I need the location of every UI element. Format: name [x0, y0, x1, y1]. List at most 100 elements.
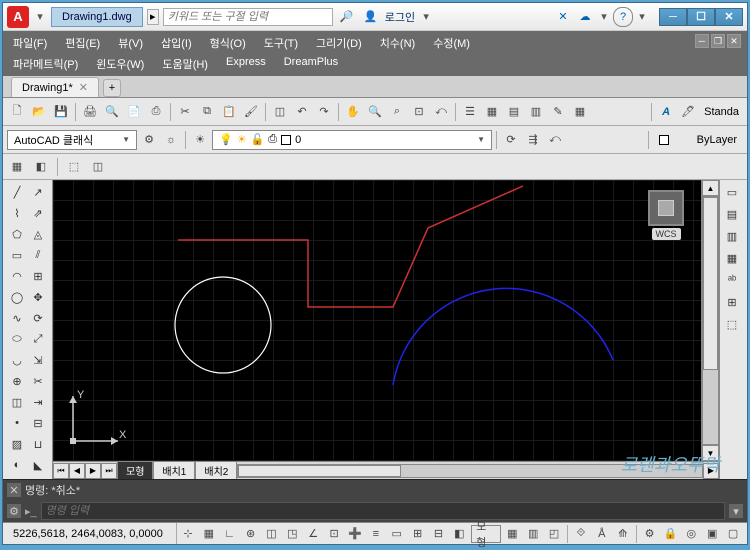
clean-icon[interactable]: ▢	[723, 525, 743, 543]
ann-auto-icon[interactable]: ⟰	[613, 525, 633, 543]
drawing-canvas[interactable]: X Y WCS	[53, 180, 701, 461]
layout-icon[interactable]: ▥	[523, 525, 543, 543]
point-icon[interactable]: •	[7, 413, 27, 433]
menu-item[interactable]: 도움말(H)	[160, 55, 210, 73]
ortho-icon[interactable]: ∟	[220, 525, 240, 543]
preview-icon[interactable]: 🔍	[102, 102, 122, 122]
chamfer-icon[interactable]: ◣	[28, 455, 48, 475]
cmd-close-icon[interactable]: ✕	[7, 483, 21, 497]
lock-ui-icon[interactable]: 🔒	[660, 525, 680, 543]
layout-tab[interactable]: 배치1	[153, 461, 195, 479]
extend-icon[interactable]: ⇥	[28, 392, 48, 412]
cut-icon[interactable]: ✂	[175, 102, 195, 122]
dyn-icon[interactable]: ➕	[345, 525, 365, 543]
brush-icon[interactable]: 🖊	[678, 102, 698, 122]
ellipsearc-icon[interactable]: ◡	[7, 350, 27, 370]
designcenter-icon[interactable]: ▦	[482, 102, 502, 122]
close-button[interactable]: ✕	[715, 8, 743, 26]
open-icon[interactable]: 📂	[29, 102, 49, 122]
undo-icon[interactable]: ↶	[292, 102, 312, 122]
quick-access-dropdown[interactable]: ▾	[33, 10, 47, 24]
menu-item[interactable]: 그리기(D)	[314, 34, 364, 52]
block-make-icon[interactable]: ◫	[7, 392, 27, 412]
qp-icon[interactable]: ⊞	[408, 525, 428, 543]
print-icon[interactable]: 🖨	[80, 102, 100, 122]
xline-icon[interactable]: ⇗	[28, 203, 48, 223]
minimize-button[interactable]: ─	[659, 8, 687, 26]
qt-icon-4[interactable]: ◫	[88, 157, 108, 177]
workspace-settings-icon[interactable]: ⚙	[139, 130, 159, 150]
scale-icon[interactable]: ⤢	[28, 329, 48, 349]
ann-scale-icon[interactable]: ⟐	[571, 525, 591, 543]
new-icon[interactable]: 🗋	[7, 102, 27, 122]
search-input[interactable]	[163, 8, 333, 26]
sheet-icon[interactable]: ▥	[526, 102, 546, 122]
menu-item[interactable]: Express	[224, 55, 268, 73]
iso-icon[interactable]: ▣	[702, 525, 722, 543]
scroll-up-icon[interactable]: ▲	[702, 180, 719, 196]
move-icon[interactable]: ✥	[28, 287, 48, 307]
view-cube[interactable]: WCS	[641, 190, 691, 250]
arc-icon[interactable]: ◠	[7, 266, 27, 286]
save-icon[interactable]: 💾	[51, 102, 71, 122]
hatch-icon[interactable]: ▨	[7, 434, 27, 454]
menu-item[interactable]: 파일(F)	[11, 34, 49, 52]
qt-icon-1[interactable]: ▦	[7, 157, 27, 177]
pan-icon[interactable]: ✋	[343, 102, 363, 122]
max-icon[interactable]: ◰	[544, 525, 564, 543]
rt-icon-5[interactable]: ᵃᵇ	[722, 270, 742, 290]
paste-icon[interactable]: 📋	[219, 102, 239, 122]
zoom-ext-icon[interactable]: ⊡	[409, 102, 429, 122]
coordinates[interactable]: 5226,5618, 2464,0083, 0,0000	[7, 523, 177, 544]
plot-icon[interactable]: ⎙	[146, 102, 166, 122]
rotate-icon[interactable]: ⟳	[28, 308, 48, 328]
help-icon[interactable]: ?	[613, 7, 633, 27]
layer-state-icon[interactable]: ⟳	[501, 130, 521, 150]
mdi-minimize[interactable]: ─	[695, 34, 709, 48]
properties-icon[interactable]: ☰	[460, 102, 480, 122]
line-icon[interactable]: ╱	[7, 182, 27, 202]
ws-switch-icon[interactable]: ⚙	[640, 525, 660, 543]
3dosnap-icon[interactable]: ◳	[282, 525, 302, 543]
cmd-handle-icon[interactable]: ⚙	[7, 504, 21, 518]
stretch-icon[interactable]: ⇲	[28, 350, 48, 370]
scroll-right-icon[interactable]: ▶	[85, 463, 101, 479]
match-icon[interactable]: 🖌	[241, 102, 261, 122]
calc-icon[interactable]: ▦	[570, 102, 590, 122]
mdi-restore[interactable]: ❐	[711, 34, 725, 48]
style-combo-label[interactable]: Standa	[700, 106, 743, 118]
polar-icon[interactable]: ⊛	[241, 525, 261, 543]
cmd-recent-icon[interactable]: ▾	[729, 504, 743, 518]
sc-icon[interactable]: ⊟	[429, 525, 449, 543]
menu-item[interactable]: 편집(E)	[63, 34, 102, 52]
login-label[interactable]: 로그인	[385, 9, 415, 25]
ray-icon[interactable]: ↗	[28, 182, 48, 202]
rt-icon-2[interactable]: ▤	[722, 204, 742, 224]
help-dropdown[interactable]: ▾	[635, 10, 649, 24]
layer-combo[interactable]: 💡 ☀ 🔓 ⎙ 0 ▼	[212, 130, 492, 150]
model-button[interactable]: 모형	[471, 525, 501, 543]
mirror-icon[interactable]: ◬	[28, 224, 48, 244]
scroll-down-icon[interactable]: ▼	[702, 445, 719, 461]
am-icon[interactable]: ◧	[449, 525, 469, 543]
osnap-icon[interactable]: ◫	[262, 525, 282, 543]
array-icon[interactable]: ⊞	[28, 266, 48, 286]
workspace-gear-icon[interactable]: ☼	[161, 130, 181, 150]
tool-palette-icon[interactable]: ▤	[504, 102, 524, 122]
zoom-icon[interactable]: 🔍	[365, 102, 385, 122]
insert-icon[interactable]: ⊕	[7, 371, 27, 391]
hw-icon[interactable]: ◎	[681, 525, 701, 543]
zoom-win-icon[interactable]: ⌕	[387, 102, 407, 122]
polygon-icon[interactable]: ⬠	[7, 224, 27, 244]
layout-tab[interactable]: 모형	[117, 461, 153, 479]
rt-icon-7[interactable]: ⬚	[722, 314, 742, 334]
mdi-close[interactable]: ✕	[727, 34, 741, 48]
cloud-icon[interactable]: ☁	[575, 7, 595, 27]
zoom-prev-icon[interactable]: ⤺	[431, 102, 451, 122]
app-logo-icon[interactable]: A	[7, 6, 29, 28]
layer-iso-icon[interactable]: ⇶	[523, 130, 543, 150]
menu-item[interactable]: 삽입(I)	[159, 34, 194, 52]
qs-icon[interactable]: ▦	[502, 525, 522, 543]
command-input[interactable]	[41, 502, 725, 520]
menu-item[interactable]: 윈도우(W)	[94, 55, 146, 73]
